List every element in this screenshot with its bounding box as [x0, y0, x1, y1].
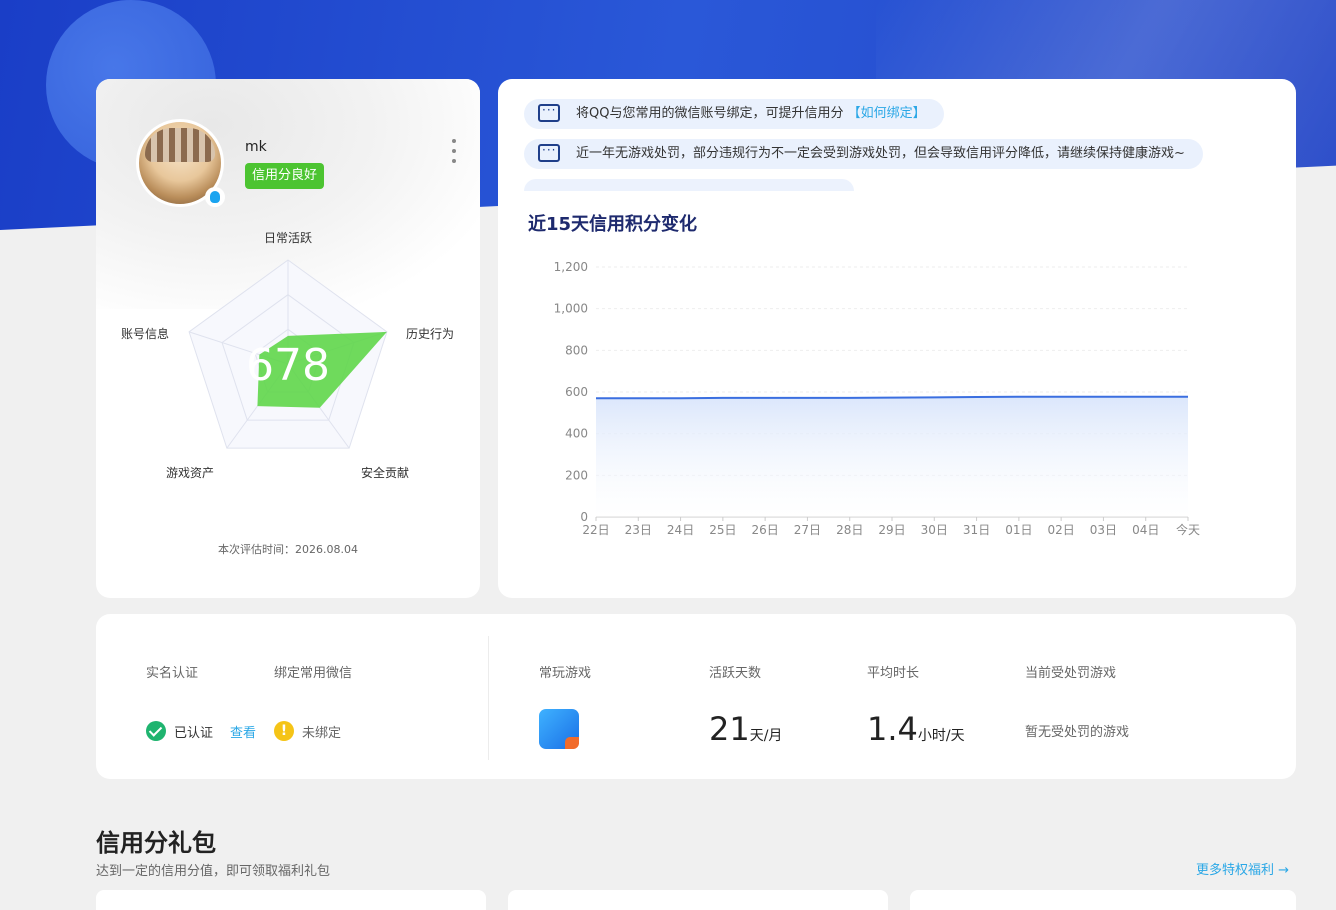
active-days-value: 21天/月	[709, 710, 783, 748]
tip-text: 近一年无游戏处罚，部分违规行为不一定会受到游戏处罚，但会导致信用评分降低，请继续…	[576, 146, 1185, 161]
x-tick-label: 25日	[709, 523, 736, 537]
avatar-hat	[145, 128, 215, 162]
wechat-status: 未绑定	[302, 726, 342, 741]
y-tick-label: 400	[565, 427, 588, 441]
x-tick-label: 31日	[963, 523, 990, 537]
x-tick-label: 27日	[794, 523, 821, 537]
tip-text: 将QQ与您常用的微信账号绑定，可提升信用分	[576, 106, 844, 121]
wechat-label: 绑定常用微信	[274, 666, 353, 681]
gift-card[interactable]	[508, 890, 888, 910]
avg-time-value: 1.4小时/天	[867, 710, 965, 748]
punish-label: 当前受处罚游戏	[1025, 666, 1117, 681]
x-tick-label: 30日	[921, 523, 948, 537]
credit-status-badge: 信用分良好	[245, 163, 325, 189]
x-tick-label: 24日	[667, 523, 694, 537]
tip-scroll-fade	[524, 179, 854, 191]
more-options-icon[interactable]	[448, 139, 460, 163]
x-tick-label: 今天	[1176, 522, 1200, 537]
message-icon	[538, 135, 560, 165]
punish-value: 暂无受处罚的游戏	[1025, 725, 1130, 740]
x-tick-label: 04日	[1132, 523, 1159, 537]
avg-time-unit: 小时/天	[917, 728, 965, 744]
active-days-label: 活跃天数	[709, 666, 762, 681]
x-tick-label: 26日	[752, 523, 779, 537]
username: mk	[245, 139, 267, 155]
gift-card[interactable]	[910, 890, 1296, 910]
credit-trend-card: 将QQ与您常用的微信账号绑定，可提升信用分 【如何绑定】 近一年无游戏处罚，部分…	[498, 79, 1296, 598]
gift-section-title: 信用分礼包	[96, 829, 216, 857]
realname-status: 已认证	[174, 726, 214, 741]
profile-card: mk 信用分良好 678 日常活跃 历史行为 安全贡献 游戏资产 账号信息 本次…	[96, 79, 480, 598]
radar-label-account: 账号信息	[121, 326, 169, 341]
qq-penguin-icon	[205, 187, 225, 207]
y-tick-label: 800	[565, 343, 588, 357]
avg-time-label: 平均时长	[867, 666, 920, 681]
credit-trend-chart: 0 200 400 600 800 1,000 1,200 22日 23日 24日 25日 26日 27…	[554, 260, 1200, 537]
x-tick-label: 03日	[1090, 523, 1117, 537]
tip-bind-wechat: 将QQ与您常用的微信账号绑定，可提升信用分 【如何绑定】	[524, 95, 944, 129]
view-realname-link[interactable]: 查看	[230, 722, 256, 741]
x-tick-label: 01日	[1005, 523, 1032, 537]
radar-label-security: 安全贡献	[361, 465, 409, 480]
account-stats-card: 实名认证 绑定常用微信 已认证 查看 ! 未绑定 常玩游戏 活跃天数 21天/月…	[96, 614, 1296, 779]
x-tick-label: 02日	[1048, 523, 1075, 537]
evaluation-time: 本次评估时间：2026.08.04	[218, 543, 358, 556]
y-tick-label: 1,000	[554, 302, 588, 316]
realname-label: 实名认证	[146, 666, 199, 681]
tip-no-punishment: 近一年无游戏处罚，部分违规行为不一定会受到游戏处罚，但会导致信用评分降低，请继续…	[524, 135, 1203, 169]
credit-score: 678	[246, 340, 330, 391]
gift-card[interactable]	[96, 890, 486, 910]
message-icon	[538, 95, 560, 125]
y-tick-label: 1,200	[554, 260, 588, 274]
divider	[488, 636, 489, 760]
gift-section-subtitle: 达到一定的信用分值，即可领取福利礼包	[96, 864, 331, 879]
verified-check-icon	[146, 721, 166, 741]
x-tick-label: 23日	[625, 523, 652, 537]
chart-title: 近15天信用积分变化	[528, 214, 698, 235]
more-privileges-link[interactable]: 更多特权福利 →	[1196, 859, 1289, 878]
warning-icon: !	[274, 721, 294, 741]
active-days-unit: 天/月	[749, 728, 783, 744]
x-tick-label: 28日	[836, 523, 863, 537]
x-tick-label: 22日	[582, 523, 609, 537]
y-tick-label: 200	[565, 468, 588, 482]
x-tick-label: 29日	[878, 523, 905, 537]
games-label: 常玩游戏	[539, 666, 592, 681]
radar-label-daily-active: 日常活跃	[264, 231, 312, 245]
how-to-bind-link[interactable]: 【如何绑定】	[848, 106, 926, 121]
y-tick-label: 600	[565, 385, 588, 399]
game-app-icon[interactable]	[539, 709, 579, 749]
y-tick-label: 0	[580, 510, 588, 524]
radar-label-history: 历史行为	[406, 327, 454, 341]
credit-radar-chart: 678 日常活跃 历史行为 安全贡献 游戏资产 账号信息	[121, 231, 454, 480]
radar-label-assets: 游戏资产	[166, 466, 214, 480]
series-area	[596, 396, 1188, 517]
